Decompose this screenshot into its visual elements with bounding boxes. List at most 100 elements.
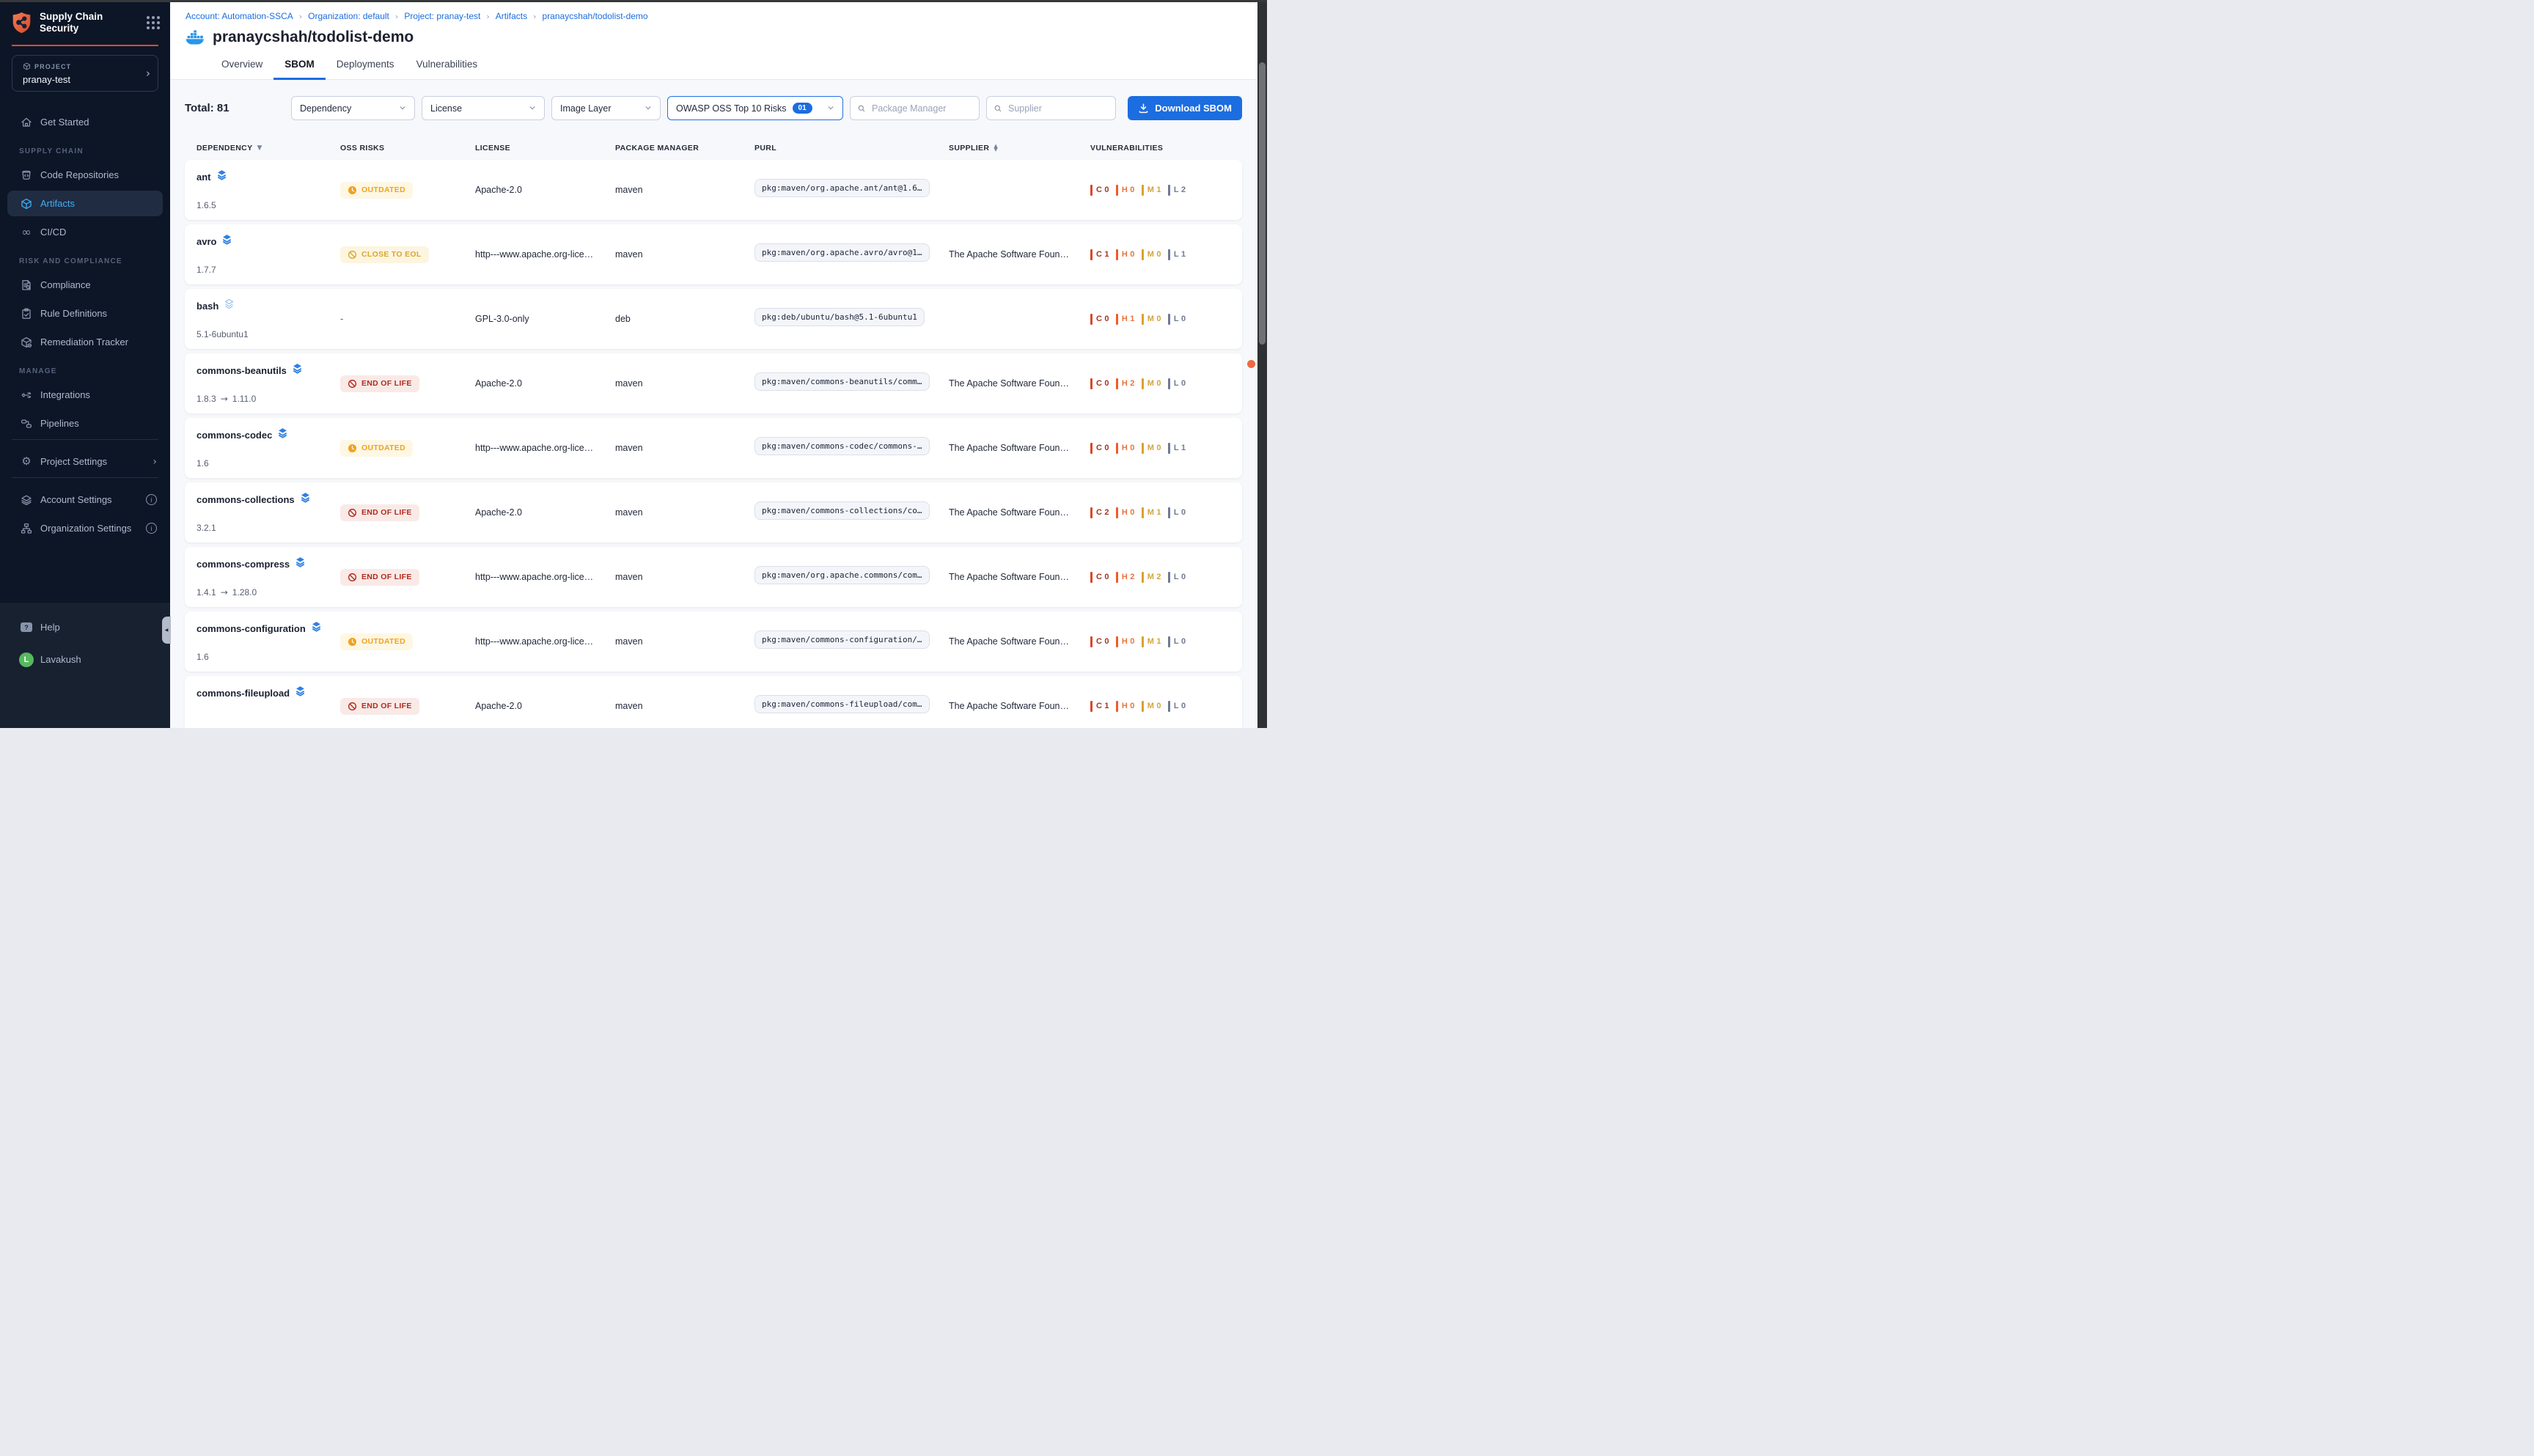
table-row[interactable]: commons-codec1.6OUTDATEDhttp---www.apach… [185,418,1242,478]
severity-count: 0 [1104,315,1109,323]
slash-icon [348,702,357,711]
severity-h: H1 [1116,314,1135,325]
breadcrumb-link[interactable]: pranaycshah/todolist-demo [543,11,648,21]
main-area: Account: Automation-SSCA › Organization: d… [170,2,1257,728]
sidebar-item-account-settings[interactable]: Account Settingsi [7,487,163,512]
severity-bar [1168,443,1170,454]
oss-risk-label: OUTDATED [361,444,405,452]
sidebar-item-get-started[interactable]: Get Started [7,109,163,135]
table-row[interactable]: commons-compress1.4.1→1.28.0END OF LIFEh… [185,547,1242,607]
layers-gear-icon [19,494,34,506]
sidebar-item-project-settings[interactable]: ⚙Project Settings› [7,449,163,474]
sidebar-item-pipelines[interactable]: Pipelines [7,411,163,436]
content: Total: 81 DependencyLicenseImage LayerOW… [170,96,1257,728]
sidebar-item-integrations[interactable]: Integrations [7,382,163,408]
supply-chain-security-shield-icon [11,12,32,34]
dependency-cell: commons-compress1.4.1→1.28.0 [185,547,340,607]
breadcrumb-link[interactable]: Organization: default [308,11,389,21]
dependency-name-row: commons-beanutils [197,363,337,378]
clipboard-icon [19,308,34,320]
download-icon [1138,103,1149,114]
table-row[interactable]: ant1.6.5OUTDATEDApache-2.0mavenpkg:maven… [185,160,1242,220]
sidebar-item-organization-settings[interactable]: Organization Settingsi [7,515,163,541]
sidebar-item-compliance[interactable]: Compliance [7,272,163,298]
notification-dot[interactable] [1247,360,1255,368]
purl-pill: pkg:maven/commons-fileupload/com… [754,695,930,713]
severity-bar [1168,572,1170,583]
package-manager-search-input[interactable] [870,103,972,114]
sidebar-collapse-handle[interactable]: ◀ [162,617,171,644]
sort-desc-icon[interactable]: ▼ [257,144,262,152]
table-row[interactable]: avro1.7.7CLOSE TO EOLhttp---www.apache.o… [185,224,1242,284]
filter-dropdown-image-layer[interactable]: Image Layer [551,96,661,120]
table-row[interactable]: commons-fileuploadEND OF LIFEApache-2.0m… [185,676,1242,728]
vertical-scrollbar[interactable] [1257,2,1267,728]
dependency-name-row: ant [197,169,337,184]
brand-underline [12,45,158,46]
purl-cell: pkg:maven/commons-beanutils/comm… [754,372,949,394]
sidebar-item-artifacts[interactable]: Artifacts [7,191,163,216]
filter-dropdown-license[interactable]: License [422,96,545,120]
supplier-search-input[interactable] [1007,103,1108,114]
table-row[interactable]: commons-collections3.2.1END OF LIFEApach… [185,482,1242,543]
sidebar-item-ci-cd[interactable]: ∞CI/CD [7,219,163,245]
severity-bar [1090,507,1092,518]
module-switcher-grid-icon[interactable] [147,16,160,29]
sidebar-item-code-repositories[interactable]: Code Repositories [7,162,163,188]
breadcrumb-separator-icon: › [527,12,542,21]
clock-icon [348,185,357,195]
filter-dropdown-dependency[interactable]: Dependency [291,96,415,120]
breadcrumb-link[interactable]: Artifacts [496,11,527,21]
breadcrumb-link[interactable]: Account: Automation-SSCA [186,11,293,21]
dependency-name-row: avro [197,234,337,249]
version-to: 1.11.0 [232,394,256,404]
layers-icon [224,298,235,313]
search-icon [994,105,1002,112]
project-selector[interactable]: PROJECT pranay-test › [12,55,158,92]
vulnerabilities-cell: C1H0M0L0 [1090,701,1242,712]
sidebar-item-user[interactable]: L Lavakush [7,647,163,672]
breadcrumb-link[interactable]: Project: pranay-test [404,11,480,21]
severity-l: L1 [1168,249,1186,260]
vulnerabilities-cell: C2H0M1L0 [1090,507,1242,518]
dependency-name: commons-compress [197,559,290,570]
info-icon: i [146,494,157,505]
oss-risk-cell: END OF LIFE [340,375,475,392]
severity-l: L0 [1168,636,1186,647]
vulnerabilities-cell: C1H0M0L1 [1090,249,1242,260]
purl-pill: pkg:maven/commons-configuration/… [754,630,930,649]
severity-bar [1090,636,1092,647]
severity-letter: L [1174,444,1179,452]
tab-vulnerabilities[interactable]: Vulnerabilities [405,52,489,80]
download-sbom-button[interactable]: Download SBOM [1128,96,1242,120]
table-row[interactable]: commons-beanutils1.8.3→1.11.0END OF LIFE… [185,353,1242,413]
table-row[interactable]: bash5.1-6ubuntu1-GPL-3.0-onlydebpkg:deb/… [185,289,1242,349]
sidebar-item-remediation-tracker[interactable]: Remediation Tracker [7,329,163,355]
sidebar-item-help[interactable]: ? Help [7,614,163,640]
purl-cell: pkg:deb/ubuntu/bash@5.1-6ubuntu1 [754,308,949,330]
sidebar-item-label: Account Settings [40,494,146,505]
license-cell: http---www.apache.org-lice… [475,443,615,453]
project-meta: PROJECT pranay-test [23,62,146,85]
severity-count: 0 [1156,379,1161,388]
purl-pill: pkg:maven/commons-beanutils/comm… [754,372,930,391]
breadcrumb: Account: Automation-SSCA › Organization: d… [186,11,1257,21]
package-manager-cell: deb [615,314,754,324]
sidebar-item-rule-definitions[interactable]: Rule Definitions [7,301,163,326]
arrow-right-icon: → [221,394,228,404]
tab-overview[interactable]: Overview [210,52,273,80]
tab-deployments[interactable]: Deployments [326,52,405,80]
scrollbar-thumb[interactable] [1259,62,1266,345]
gear-icon: ⚙ [19,456,34,467]
tab-sbom[interactable]: SBOM [273,52,326,80]
severity-letter: L [1174,573,1179,581]
severity-letter: M [1147,185,1155,194]
sidebar-divider [12,477,158,478]
layers-icon [295,556,306,571]
filter-dropdown-owasp-oss-top-10-risks[interactable]: OWASP OSS Top 10 Risks01 [667,96,843,120]
purl-cell: pkg:maven/commons-fileupload/com… [754,695,949,717]
dependency-cell: commons-beanutils1.8.3→1.11.0 [185,353,340,413]
sort-toggle-icon[interactable]: ▲▼ [994,144,998,152]
dropdown-label: License [430,103,462,114]
table-row[interactable]: commons-configuration1.6OUTDATEDhttp---w… [185,611,1242,672]
